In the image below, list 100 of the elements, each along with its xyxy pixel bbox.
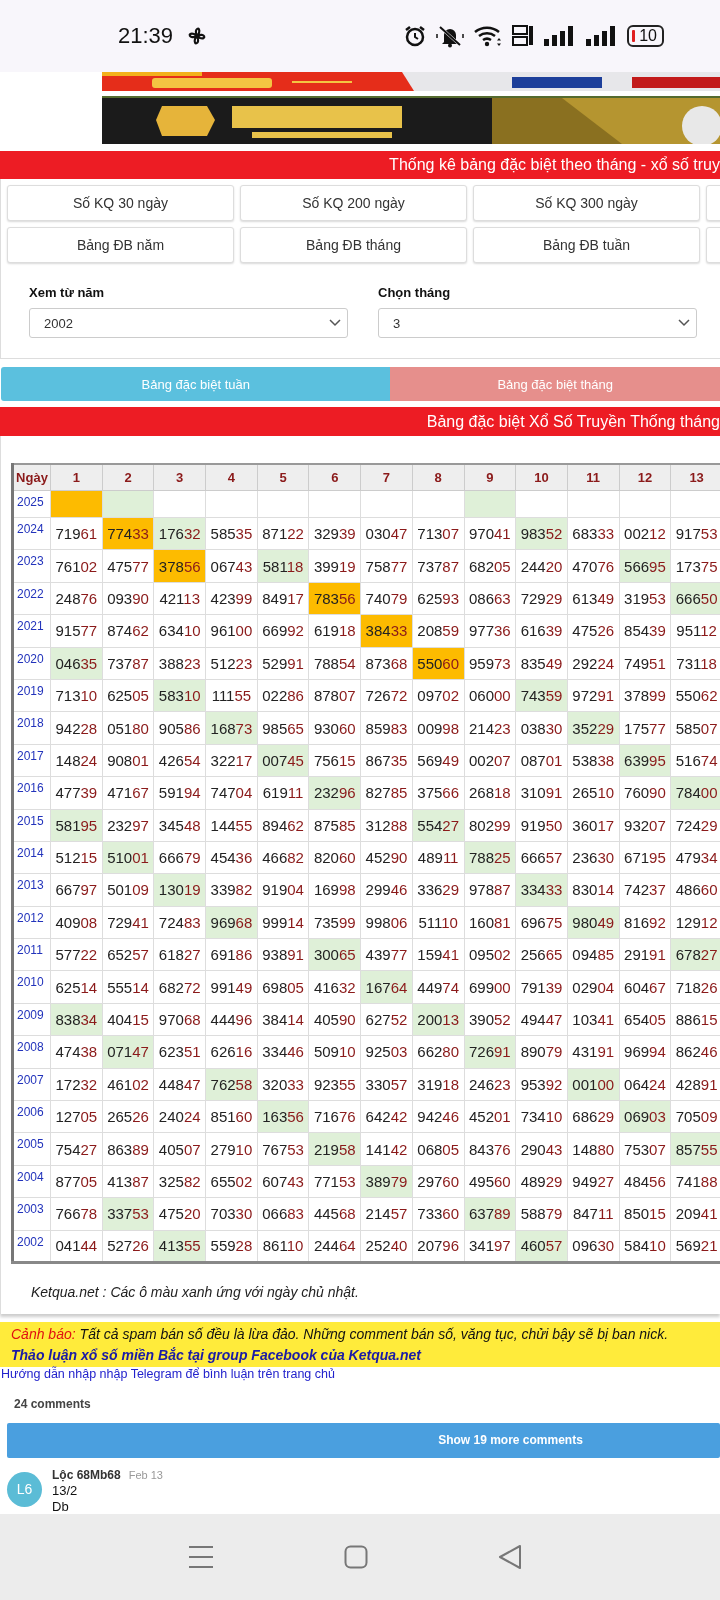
table-cell: 47520 [153, 1197, 206, 1231]
table-cell: 03047 [360, 517, 413, 550]
table-cell: 02286 [257, 679, 309, 712]
table-cell: 06424 [619, 1068, 671, 1101]
column-header: 1 [50, 464, 103, 491]
warning-label: Cảnh báo: [11, 1326, 76, 1342]
table-cell: 00100 [567, 1068, 620, 1101]
table-cell: 23630 [567, 841, 620, 874]
table-cell: 02904 [567, 970, 620, 1004]
year-cell: 2004 [12, 1165, 51, 1198]
year-cell: 2022 [12, 582, 51, 615]
table-cell: 44568 [308, 1197, 361, 1231]
table-cell: 06000 [464, 679, 516, 712]
table-cell: 76102 [50, 549, 103, 583]
table-cell: 93207 [619, 809, 671, 842]
avatar: L6 [7, 1472, 42, 1507]
table-cell: 97736 [464, 614, 516, 648]
select-field[interactable]: 3 [378, 308, 697, 338]
table-cell: 57722 [50, 938, 103, 971]
nav-button[interactable]: Bảng ĐB năm [7, 227, 234, 263]
year-cell: 2014 [12, 841, 51, 874]
table-cell: 20013 [412, 1003, 464, 1036]
year-cell: 2019 [12, 679, 51, 712]
column-header: 13 [670, 464, 720, 491]
table-cell: 48929 [515, 1165, 568, 1198]
table-cell: 99806 [360, 906, 413, 939]
table-cell: 80299 [464, 809, 516, 842]
facebook-link[interactable]: Thảo luận xổ số miền Bắc tại group Facebook của Ketqua.net [11, 1347, 720, 1363]
table-cell: 21958 [308, 1132, 361, 1166]
table-cell: 82060 [308, 841, 361, 874]
field-label: Xem từ năm [29, 285, 106, 300]
battery-indicator: 10 [627, 25, 664, 47]
table-cell: 69900 [464, 970, 516, 1004]
table-cell: 99149 [205, 970, 258, 1004]
table-cell: 29946 [360, 873, 413, 907]
back-icon[interactable] [498, 1544, 522, 1570]
table-cell: 39919 [308, 549, 361, 583]
year-cell: 2017 [12, 744, 51, 777]
table-cell: 60467 [619, 970, 671, 1004]
home-icon[interactable] [344, 1545, 368, 1569]
table-cell: 17632 [153, 517, 206, 550]
table-cell: 29191 [619, 938, 671, 971]
nav-button[interactable]: Số KQ 30 ngày [7, 185, 234, 221]
table-cell: 38414 [257, 1003, 309, 1036]
table-cell: 16873 [205, 711, 258, 745]
table-cell: 42399 [205, 582, 258, 615]
table-cell: 62351 [153, 1035, 206, 1069]
table-cell: 38433 [360, 614, 413, 648]
table-cell: 16356 [257, 1100, 309, 1133]
nav-button[interactable]: Bảng ĐB tháng [240, 227, 467, 263]
year-cell: 2024 [12, 517, 51, 550]
table-cell: 76753 [257, 1132, 309, 1166]
table-cell: 21457 [360, 1197, 413, 1231]
table-cell: 74237 [619, 873, 671, 907]
table-cell: 39052 [464, 1003, 516, 1036]
table-cell: 46102 [102, 1068, 154, 1101]
table-cell: 00745 [257, 744, 309, 777]
table-cell: 44847 [153, 1068, 206, 1101]
table-cell: 85755 [670, 1132, 720, 1166]
table-cell: 90586 [153, 711, 206, 745]
year-cell: 2011 [12, 938, 51, 971]
table-cell: 58310 [153, 679, 206, 712]
table-cell: 86735 [360, 744, 413, 777]
table-cell: 37566 [412, 776, 464, 809]
table-cell: 14824 [50, 744, 103, 777]
table-cell: 06903 [619, 1100, 671, 1133]
table-cell: 48456 [619, 1165, 671, 1198]
year-cell: 2008 [12, 1035, 51, 1069]
column-header: 10 [515, 464, 568, 491]
select-field[interactable]: 2002 [29, 308, 348, 338]
table-cell: 16764 [360, 970, 413, 1004]
year-cell: 2003 [12, 1197, 51, 1231]
table-cell: 61639 [515, 614, 568, 648]
nav-button[interactable]: Bảng ĐB tuần [473, 227, 700, 263]
table-cell: 94228 [50, 711, 103, 745]
year-cell: 2012 [12, 906, 51, 939]
table-cell: 77153 [308, 1165, 361, 1198]
table-cell: 65502 [205, 1165, 258, 1198]
table-cell: 65257 [102, 938, 154, 971]
table-cell: 81692 [619, 906, 671, 939]
table-cell: 62505 [102, 679, 154, 712]
table-cell: 78356 [308, 582, 361, 615]
table-cell: 63995 [619, 744, 671, 777]
table-cell: 31918 [412, 1068, 464, 1101]
nav-button[interactable]: Số KQ 200 ngày [240, 185, 467, 221]
menu-icon[interactable] [188, 1544, 214, 1570]
year-cell: 2021 [12, 614, 51, 648]
table-cell: 84711 [567, 1197, 620, 1231]
table-cell: 85015 [619, 1197, 671, 1231]
nav-button[interactable]: Số KQ 300 ngày [473, 185, 700, 221]
table-cell: 47438 [50, 1035, 103, 1069]
table-cell: 97041 [464, 517, 516, 550]
table-cell: 73787 [412, 549, 464, 583]
table-cell: 04635 [50, 647, 103, 680]
table-cell: 69805 [257, 970, 309, 1004]
table-cell: 12705 [50, 1100, 103, 1133]
table-cell: 76258 [205, 1068, 258, 1101]
table-cell: 85983 [360, 711, 413, 745]
telegram-link[interactable]: Hướng dẫn nhập nhập Telegram để bình luận trên trang chủ [0, 1367, 720, 1381]
table-cell: 51110 [412, 906, 464, 939]
